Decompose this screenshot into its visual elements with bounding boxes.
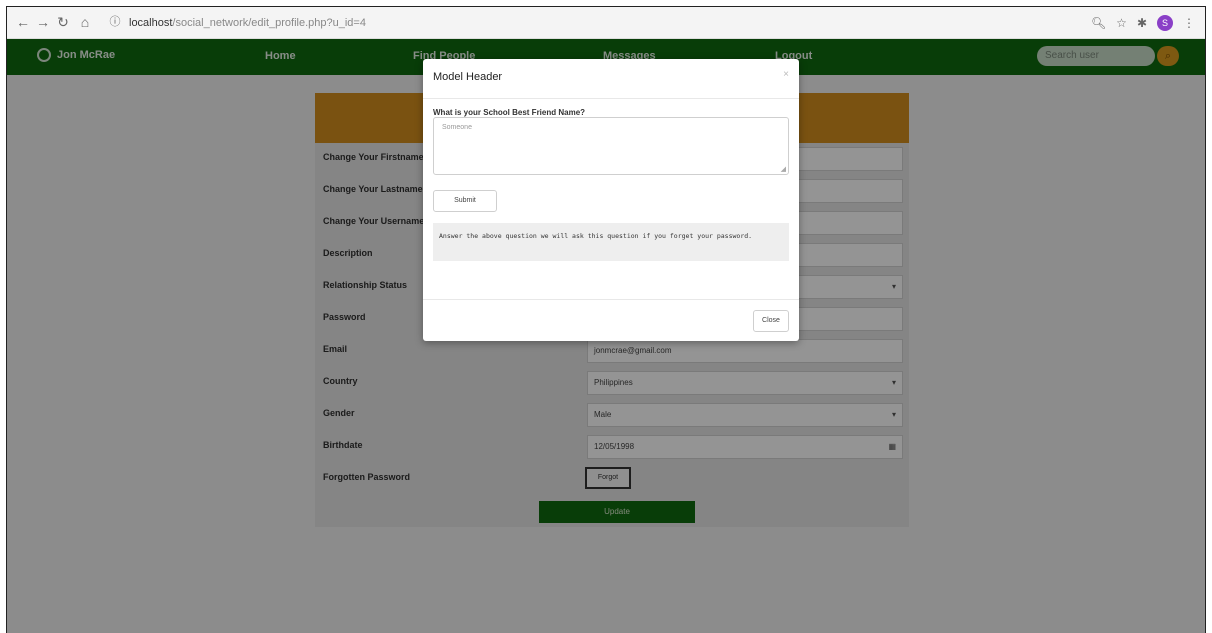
zoom-icon[interactable]: 🔍︎ [1091,16,1106,30]
close-icon[interactable]: × [783,69,789,80]
modal-title: Model Header [433,71,503,83]
url-host: localhost [129,17,173,29]
submit-button[interactable]: Submit [433,190,497,212]
forward-icon[interactable]: → [35,13,51,31]
back-icon[interactable]: ← [15,13,31,31]
browser-actions: 🔍︎ ☆ ✱ S ⋮ [1091,13,1195,33]
answer-placeholder: Someone [442,124,472,131]
security-question-modal: Model Header × What is your School Best … [423,59,799,341]
resize-grip-icon[interactable]: ◢ [781,165,786,173]
url-path: /social_network/edit_profile.php?u_id=4 [172,17,366,29]
browser-toolbar: ← → ↻ ⌂ ⓘ localhost/social_network/edit_… [7,7,1205,39]
close-button[interactable]: Close [753,310,789,332]
profile-avatar[interactable]: S [1157,15,1173,31]
site-info-icon[interactable]: ⓘ [107,13,123,31]
home-icon[interactable]: ⌂ [77,13,93,31]
star-icon[interactable]: ☆ [1116,16,1127,30]
question-label: What is your School Best Friend Name? [433,108,586,117]
reload-icon[interactable]: ↻ [55,13,71,31]
menu-icon[interactable]: ⋮ [1183,16,1195,30]
modal-footer: Close [423,299,799,341]
browser-window: ← → ↻ ⌂ ⓘ localhost/social_network/edit_… [6,6,1206,633]
modal-note: Answer the above question we will ask th… [433,223,789,261]
modal-header: Model Header × [423,59,799,99]
extensions-icon[interactable]: ✱ [1137,16,1147,30]
address-bar[interactable]: localhost/social_network/edit_profile.ph… [129,13,429,33]
answer-textarea[interactable]: Someone ◢ [433,117,789,175]
